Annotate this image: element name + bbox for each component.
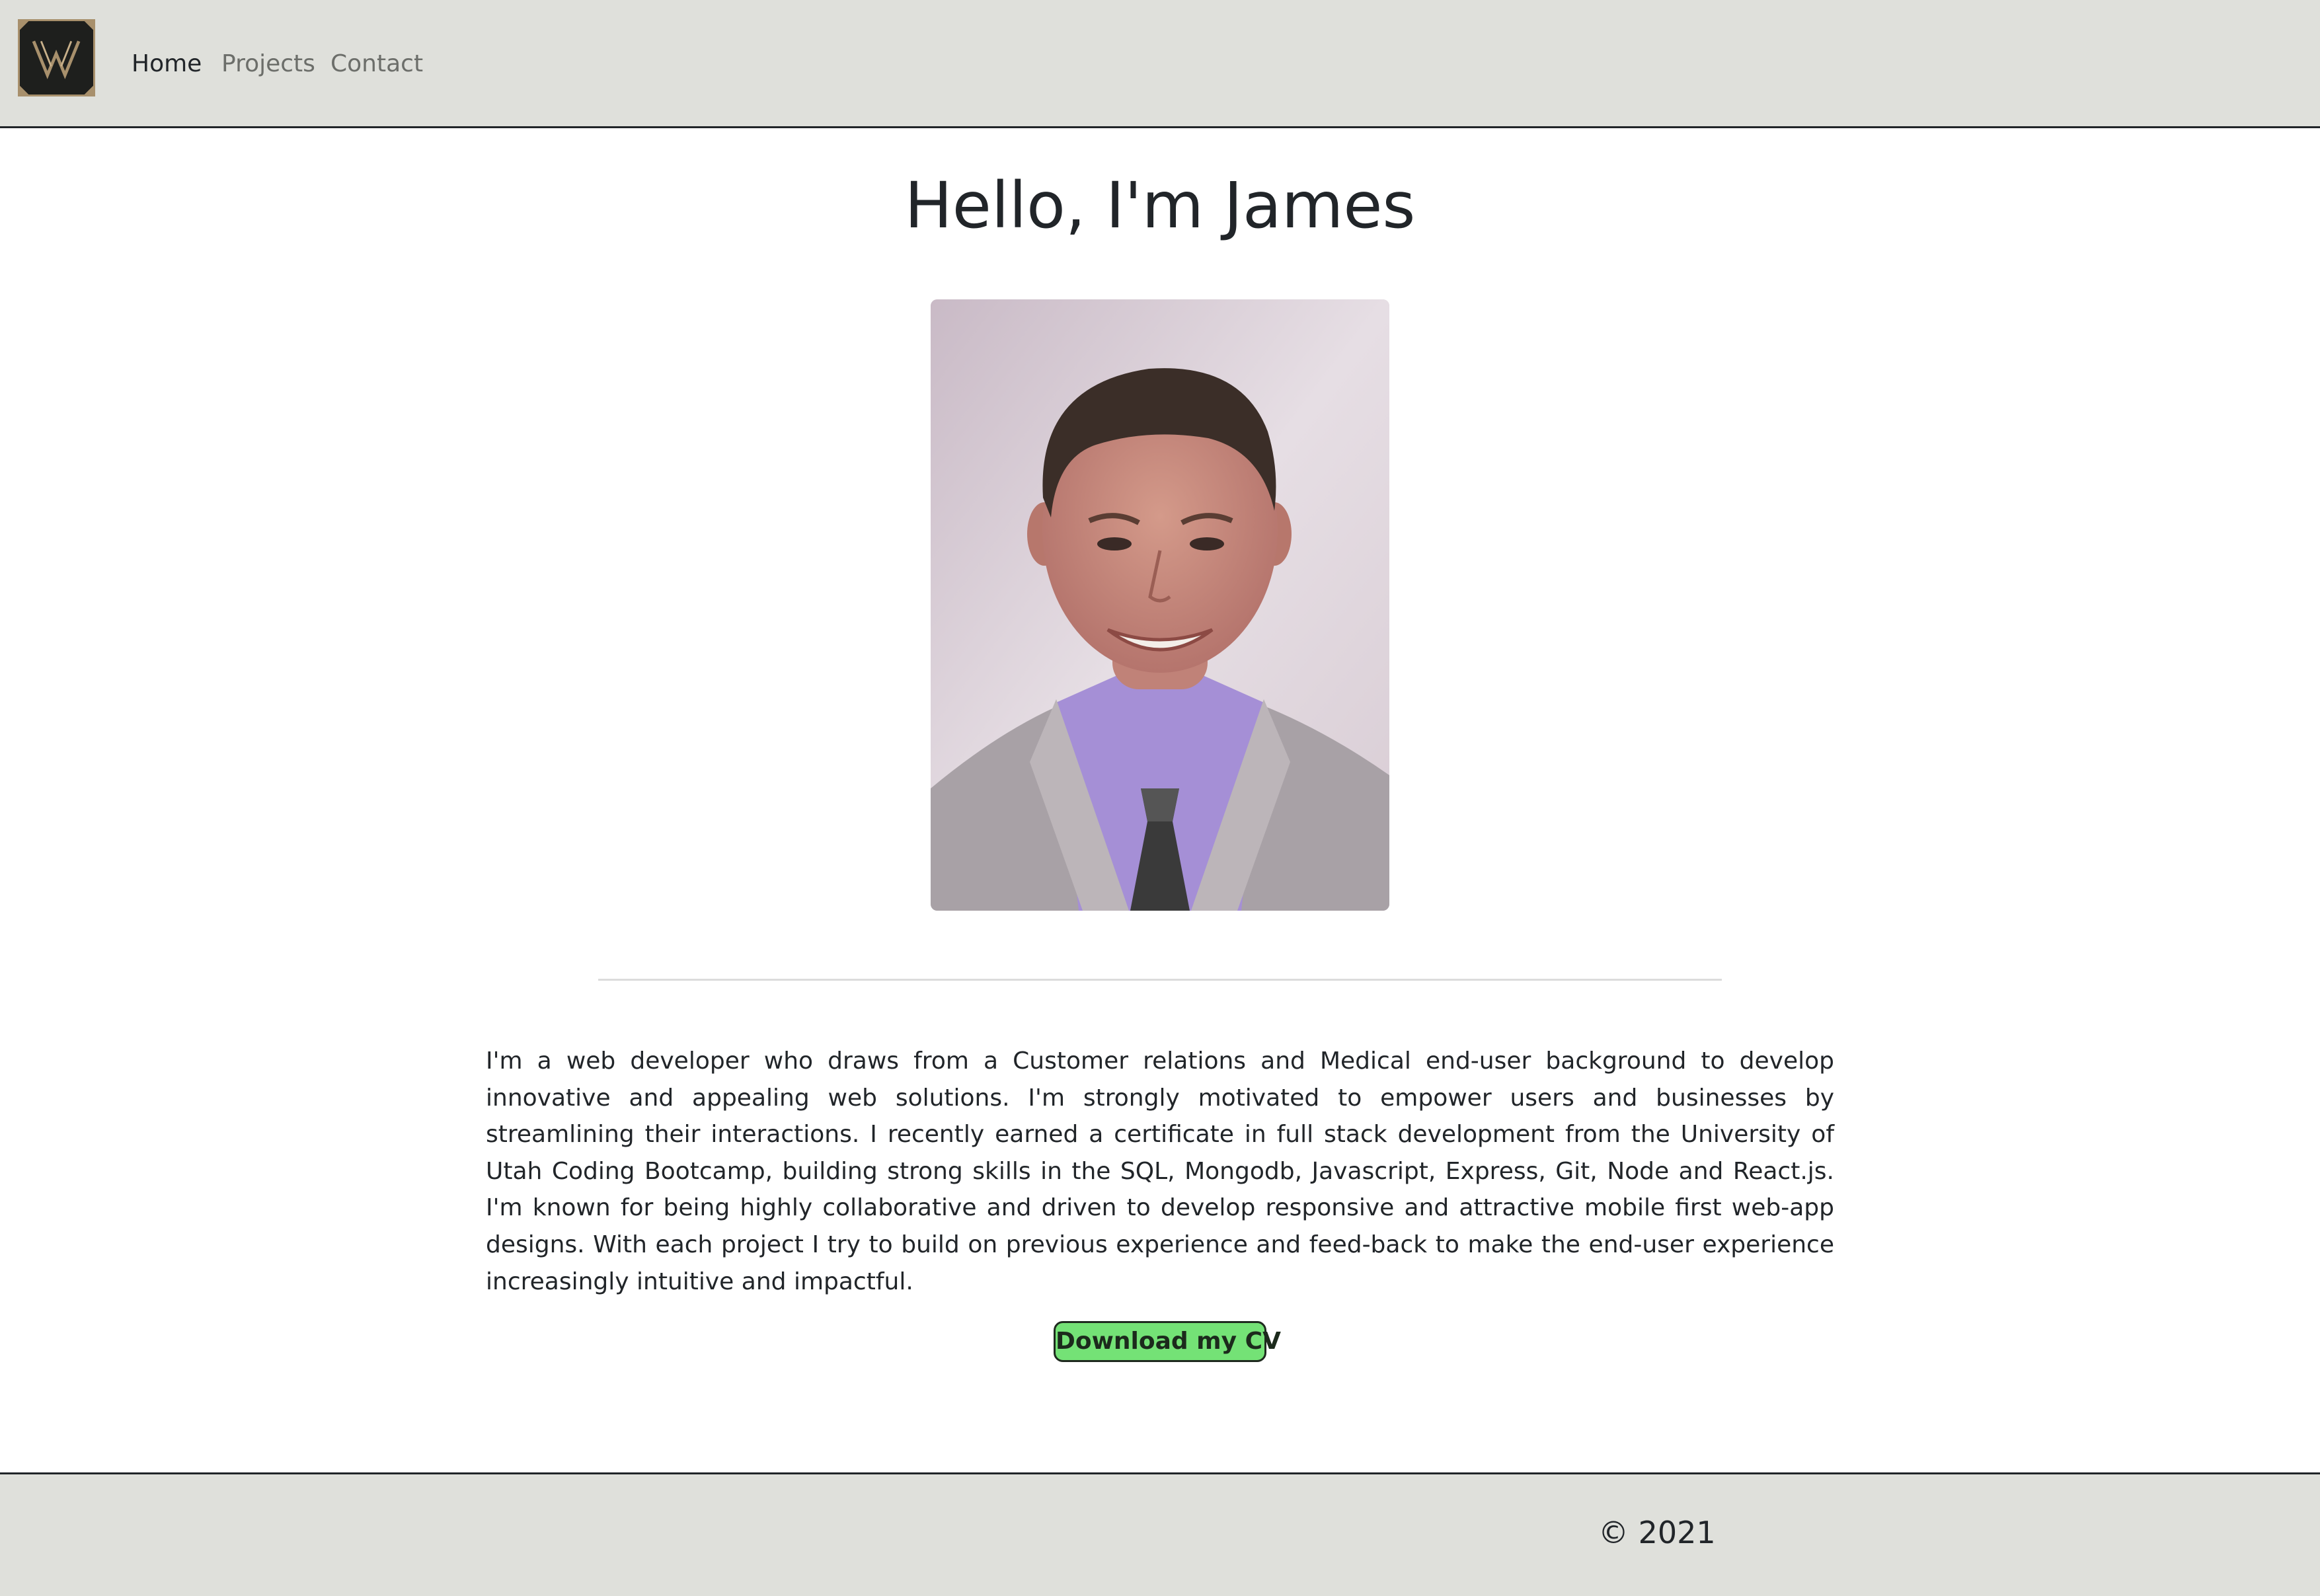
w-monogram-logo-icon[interactable]: [18, 19, 95, 96]
nav-link-home[interactable]: Home: [132, 48, 202, 81]
navbar: Home Projects Contact: [0, 0, 2320, 128]
section-divider: [598, 979, 1722, 981]
footer: © 2021: [0, 1472, 2320, 1596]
profile-photo: [931, 299, 1389, 911]
nav-link-projects[interactable]: Projects: [221, 48, 315, 81]
download-cv-button[interactable]: Download my CV: [1054, 1321, 1281, 1362]
copyright-text: © 2021: [1598, 1515, 1716, 1550]
page-title: Hello, I'm James: [904, 169, 1416, 243]
nav-link-contact[interactable]: Contact: [330, 48, 423, 81]
bio-paragraph: I'm a web developer who draws from a Cus…: [486, 1047, 1834, 1295]
